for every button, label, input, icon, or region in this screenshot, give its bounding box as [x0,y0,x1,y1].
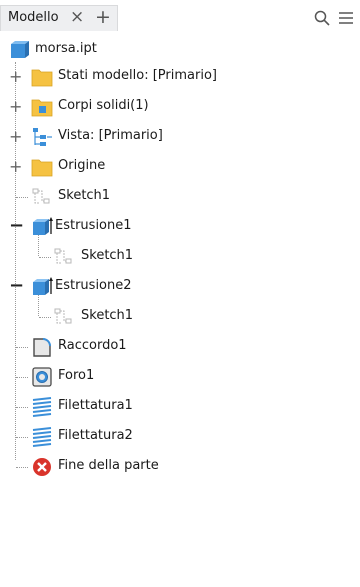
tree-item-estrusione1-sketch1[interactable]: Sketch1 [0,243,360,271]
end-of-part-icon [33,458,51,476]
tree-item-sketch1[interactable]: Sketch1 [0,183,360,211]
tree-item-label: Stati modello: [Primario] [58,68,217,83]
expand-icon[interactable]: + [9,99,22,115]
tree-item-label: Estrusione1 [55,218,132,233]
tab-close-icon[interactable]: × [70,7,84,27]
tree-item-label: Estrusione2 [55,278,132,293]
folder-icon [31,159,53,177]
tree-item-filettatura2[interactable]: Filettatura2 [0,423,360,451]
tab-title: Modello [8,10,59,25]
view-representation-icon [33,128,52,146]
tree-item-filettatura1[interactable]: Filettatura1 [0,393,360,421]
tree-item-label: Corpi solidi(1) [58,98,149,113]
tree-item-label: Vista: [Primario] [58,128,163,143]
expand-icon[interactable]: + [9,129,22,145]
search-icon[interactable] [314,10,330,26]
tree-item-label: Origine [58,158,106,173]
collapse-icon[interactable]: − [9,277,24,295]
solid-bodies-folder-icon [31,99,53,117]
tab-modello[interactable]: Modello × + [0,5,118,31]
sketch-icon [32,188,50,204]
hamburger-menu-icon[interactable] [338,10,354,26]
extrude-icon [33,217,53,235]
fillet-icon [33,338,51,357]
tree-item-label: Sketch1 [81,308,134,323]
tree-item-label: Fine della parte [58,458,159,473]
add-tab-icon[interactable]: + [95,6,111,28]
tree-item-foro1[interactable]: Foro1 [0,363,360,391]
tree-item-corpi-solidi[interactable]: + Corpi solidi(1) [0,93,360,121]
tree-item-estrusione2-sketch1[interactable]: Sketch1 [0,303,360,331]
folder-icon [31,69,53,87]
tree-item-origine[interactable]: + Origine [0,153,360,181]
extrude-icon [33,277,53,295]
thread-icon [32,397,52,417]
tree-item-vista[interactable]: + Vista: [Primario] [0,123,360,151]
part-file-icon [11,41,29,58]
tree-item-label: morsa.ipt [35,41,97,56]
tree-item-estrusione1[interactable]: − Estrusione1 [0,213,360,241]
sketch-icon [54,248,72,264]
thread-icon [32,427,52,447]
tree-item-label: Filettatura2 [58,428,133,443]
tree-item-label: Sketch1 [81,248,134,263]
expand-icon[interactable]: + [9,69,22,85]
sketch-icon [54,308,72,324]
hole-icon [32,367,52,387]
browser-tab-bar: Modello × + [0,0,360,36]
tree-item-estrusione2[interactable]: − Estrusione2 [0,273,360,301]
tree-item-raccordo1[interactable]: Raccordo1 [0,333,360,361]
tree-item-root[interactable]: morsa.ipt [0,36,360,64]
tree-item-label: Foro1 [58,368,95,383]
tree-item-label: Raccordo1 [58,338,127,353]
tree-item-label: Filettatura1 [58,398,133,413]
collapse-icon[interactable]: − [9,217,24,235]
tree-item-label: Sketch1 [58,188,111,203]
tree-item-stati-modello[interactable]: + Stati modello: [Primario] [0,63,360,91]
tree-item-fine-della-parte[interactable]: Fine della parte [0,453,360,481]
expand-icon[interactable]: + [9,159,22,175]
